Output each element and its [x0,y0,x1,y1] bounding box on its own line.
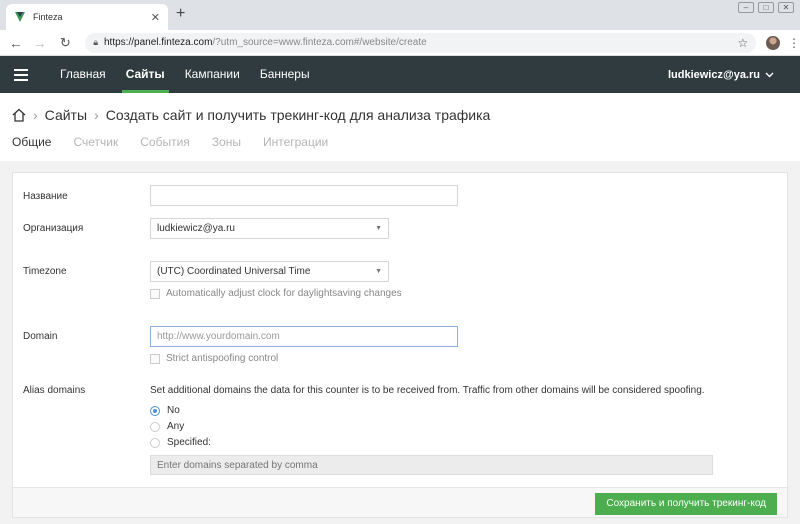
breadcrumb-separator-icon: › [33,107,38,123]
url-host: https://panel.finteza.com [104,37,213,48]
alias-option-label: Any [167,421,185,432]
alias-domains-label: Alias domains [23,385,86,396]
antispoofing-checkbox[interactable] [150,353,160,364]
save-and-get-code-button[interactable]: Сохранить и получить трекинг-код [595,493,777,515]
alias-option-specified[interactable]: Specified: [150,437,211,448]
timezone-value: (UTC) Coordinated Universal Time [157,266,311,277]
organization-select[interactable]: ludkiewicz@ya.ru ▼ [150,218,389,239]
lock-icon: 🔒︎ [93,37,98,47]
antispoofing-checkbox-row[interactable]: Strict antispoofing control [150,353,278,364]
url-field[interactable]: 🔒︎ https://panel.finteza.com/?utm_source… [85,32,757,53]
breadcrumb-separator-icon: › [94,107,99,123]
app-navbar: Главная Сайты Кампании Баннеры ludkiewic… [0,56,800,93]
alias-radio-any[interactable] [150,421,160,432]
close-tab-icon[interactable]: ✕ [151,11,160,24]
domain-label: Domain [23,331,58,342]
tab-general[interactable]: Общие [12,135,51,149]
organization-value: ludkiewicz@ya.ru [157,223,235,234]
name-label: Название [23,191,68,202]
dst-checkbox[interactable] [150,288,160,299]
breadcrumb-sites[interactable]: Сайты [45,107,87,123]
alias-domains-input[interactable] [150,455,713,475]
profile-avatar[interactable] [766,35,781,50]
browser-tab-title: Finteza [33,12,63,22]
reload-icon[interactable]: ↻ [55,35,75,51]
finteza-logo-icon [15,12,25,22]
new-tab-button[interactable]: + [176,5,185,23]
tab-integrations[interactable]: Интеграции [263,135,328,149]
chevron-down-icon [765,72,774,77]
user-email: ludkiewicz@ya.ru [667,68,760,81]
dst-checkbox-row[interactable]: Automatically adjust clock for daylights… [150,288,402,299]
forward-arrow-icon[interactable]: → [30,35,50,51]
tab-counter[interactable]: Счетчик [73,135,118,149]
page-title: Создать сайт и получить трекинг-код для … [105,107,491,123]
organization-label: Организация [23,223,84,234]
tab-zones[interactable]: Зоны [212,135,241,149]
form-footer: Сохранить и получить трекинг-код [13,487,787,517]
name-input[interactable] [150,185,458,206]
user-menu[interactable]: ludkiewicz@ya.ru [668,69,774,81]
address-bar: ← → ↻ 🔒︎ https://panel.finteza.com/?utm_… [0,30,800,56]
minimize-icon[interactable]: – [738,2,754,13]
back-arrow-icon[interactable]: ← [6,35,26,51]
browser-menu-icon[interactable]: ⋮ [788,36,800,50]
nav-item-banners[interactable]: Баннеры [250,56,320,93]
maximize-icon[interactable]: □ [758,2,774,13]
alias-option-label: Specified: [167,437,211,448]
nav-item-home[interactable]: Главная [50,56,116,93]
home-icon[interactable] [12,108,26,122]
window-controls: – □ ✕ [738,2,794,13]
dst-label: Automatically adjust clock for daylights… [166,288,402,299]
alias-domains-hint: Set additional domains the data for this… [150,385,705,396]
nav-item-sites[interactable]: Сайты [116,56,175,93]
close-window-icon[interactable]: ✕ [778,2,794,13]
page-tabs: Общие Счетчик События Зоны Интеграции [12,135,328,149]
domain-input[interactable] [150,326,458,347]
timezone-select[interactable]: (UTC) Coordinated Universal Time ▼ [150,261,389,282]
browser-tab[interactable]: Finteza ✕ [6,4,168,30]
antispoofing-label: Strict antispoofing control [166,353,279,364]
timezone-label: Timezone [23,266,67,277]
nav-item-campaigns[interactable]: Кампании [175,56,250,93]
alias-option-any[interactable]: Any [150,421,184,432]
dropdown-caret-icon: ▼ [375,225,382,232]
site-form: Название Организация ludkiewicz@ya.ru ▼ … [12,172,788,518]
bookmark-star-icon[interactable]: ☆ [737,36,748,50]
page-header: › Сайты › Создать сайт и получить трекин… [0,93,800,161]
browser-tabbar: Finteza ✕ + – □ ✕ [0,0,800,30]
alias-option-no[interactable]: No [150,405,180,416]
alias-radio-specified[interactable] [150,437,160,448]
hamburger-menu-icon[interactable] [14,68,28,81]
tab-events[interactable]: События [140,135,190,149]
alias-radio-no[interactable] [150,405,160,416]
alias-option-label: No [167,405,180,416]
dropdown-caret-icon: ▼ [375,268,382,275]
breadcrumb: › Сайты › Создать сайт и получить трекин… [12,107,490,123]
url-path: /?utm_source=www.finteza.com#/website/cr… [212,37,427,48]
